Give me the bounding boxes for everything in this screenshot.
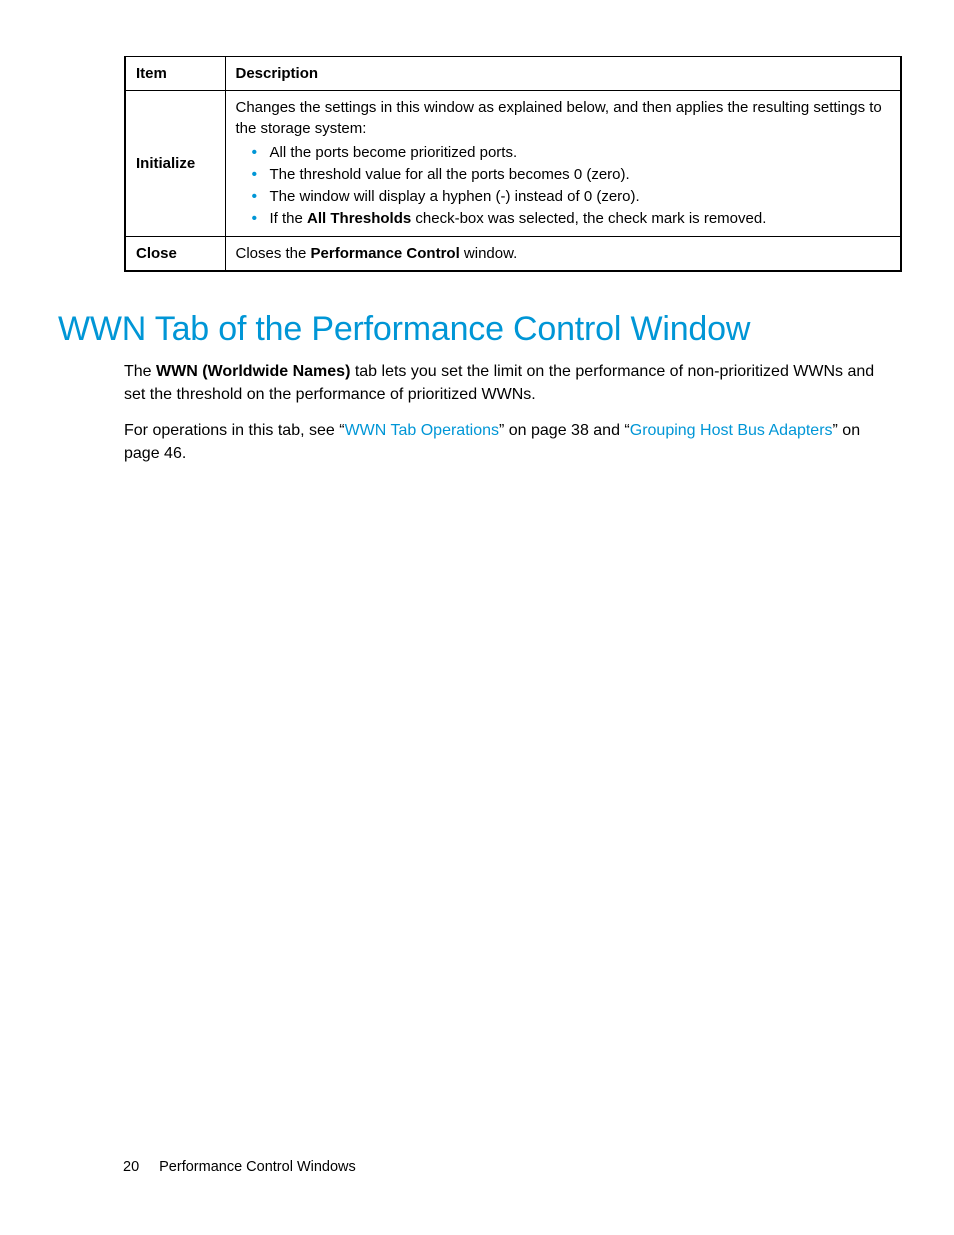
- row-initialize-item: Initialize: [125, 91, 225, 237]
- th-description: Description: [225, 57, 901, 91]
- initialize-intro: Changes the settings in this window as e…: [236, 99, 882, 137]
- link-grouping-host-bus-adapters[interactable]: Grouping Host Bus Adapters: [630, 422, 833, 439]
- paragraph-refs: For operations in this tab, see “WWN Tab…: [124, 420, 896, 465]
- control-items-table: Item Description Initialize Changes the …: [124, 56, 902, 272]
- row-close-item: Close: [125, 237, 225, 272]
- footer-title: Performance Control Windows: [159, 1159, 356, 1175]
- list-item: All the ports become prioritized ports.: [258, 142, 891, 163]
- row-close-desc: Closes the Performance Control window.: [225, 237, 901, 272]
- list-item: The threshold value for all the ports be…: [258, 164, 891, 185]
- section-heading: WWN Tab of the Performance Control Windo…: [58, 310, 896, 349]
- page-number: 20: [123, 1159, 139, 1175]
- row-initialize-desc: Changes the settings in this window as e…: [225, 91, 901, 237]
- paragraph-intro: The WWN (Worldwide Names) tab lets you s…: [124, 361, 896, 406]
- list-item: If the All Thresholds check-box was sele…: [258, 208, 891, 229]
- list-item: The window will display a hyphen (-) ins…: [258, 186, 891, 207]
- page-footer: 20 Performance Control Windows: [123, 1159, 356, 1175]
- th-item: Item: [125, 57, 225, 91]
- initialize-bullets: All the ports become prioritized ports. …: [236, 142, 891, 229]
- link-wwn-tab-operations[interactable]: WWN Tab Operations: [345, 422, 499, 439]
